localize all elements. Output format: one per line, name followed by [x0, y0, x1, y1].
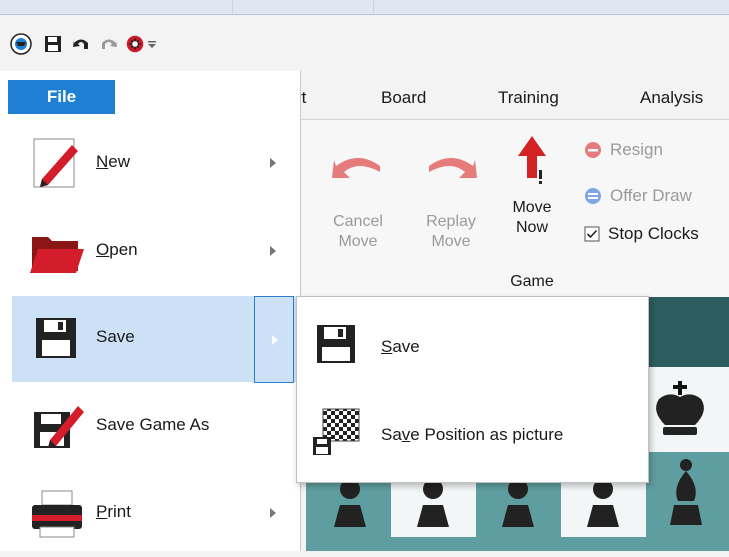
submenu-arrow-icon — [272, 335, 278, 345]
tab-analysis[interactable]: Analysis — [640, 88, 703, 108]
stop-clocks-label: Stop Clocks — [608, 224, 699, 243]
undo-icon[interactable] — [70, 33, 92, 55]
stop-clocks-checkbox[interactable]: Stop Clocks — [584, 224, 699, 244]
title-segment — [0, 0, 233, 14]
ribbon-group-label: Game — [510, 273, 554, 290]
move-now-line2: Now — [515, 219, 548, 236]
submenu-label-save-position: Save Position as picture — [381, 425, 564, 444]
replay-move-line1: Replay — [426, 213, 476, 230]
title-segment — [233, 0, 374, 14]
redo-arrow-icon — [429, 158, 477, 178]
resign-icon — [585, 142, 601, 158]
black-king-icon[interactable] — [651, 381, 709, 441]
submenu-arrow-icon — [270, 158, 276, 168]
open-folder-icon — [30, 237, 84, 273]
submenu-arrow-icon — [270, 508, 276, 518]
black-pawn-icon[interactable] — [581, 475, 625, 535]
quick-access-toolbar — [0, 15, 729, 71]
black-pawn-icon[interactable] — [328, 475, 372, 535]
ribbon-panel: Cancel Move Replay Move Move Now Resign … — [298, 119, 729, 298]
file-menu-item-new[interactable]: New — [12, 121, 298, 207]
black-pawn-icon[interactable] — [496, 475, 540, 535]
floppy-disk-icon — [36, 318, 76, 358]
menu-label-print: Print — [96, 502, 131, 521]
resign-label: Resign — [610, 140, 663, 159]
cancel-move-line1: Cancel — [333, 213, 383, 230]
window-title-strip — [0, 0, 729, 15]
submenu-item-save-position-as-picture[interactable]: Save Position as picture — [297, 389, 648, 477]
chessboard-picture-icon — [313, 408, 360, 455]
move-now-arrow-icon — [518, 136, 546, 184]
move-now-button[interactable]: Move Now — [504, 134, 560, 238]
menu-label-open: Open — [96, 240, 138, 259]
black-pawn-icon[interactable] — [411, 475, 455, 535]
save-submenu: Save Save Position as picture — [296, 296, 649, 483]
menu-label-save-game-as: Save Game As — [96, 415, 210, 434]
submenu-arrow-icon — [270, 246, 276, 256]
save-as-icon — [34, 406, 84, 448]
offer-draw-label: Offer Draw — [610, 186, 692, 205]
floppy-disk-icon — [317, 325, 355, 363]
offer-draw-icon — [585, 188, 601, 204]
file-menu-item-open[interactable]: Open — [12, 209, 298, 295]
file-menu-item-save-game-as[interactable]: Save Game As — [12, 384, 298, 470]
app-logo-icon[interactable] — [10, 33, 32, 55]
offer-draw-button[interactable]: Offer Draw — [584, 186, 692, 206]
submenu-item-save[interactable]: Save — [297, 301, 648, 389]
move-now-line1: Move — [512, 199, 552, 216]
tab-training[interactable]: Training — [498, 88, 559, 108]
cancel-move-line2: Move — [338, 233, 378, 250]
resign-button[interactable]: Resign — [584, 140, 663, 160]
replay-move-line2: Move — [431, 233, 471, 250]
save-submenu-expander[interactable] — [254, 296, 294, 383]
submenu-label-save: Save — [381, 337, 420, 356]
cancel-move-button[interactable]: Cancel Move — [328, 142, 388, 252]
undo-arrow-icon — [332, 158, 380, 178]
printer-icon — [32, 490, 82, 538]
save-icon[interactable] — [42, 33, 64, 55]
menu-label-new: New — [96, 152, 131, 171]
engine-icon[interactable] — [124, 33, 146, 55]
replay-move-button[interactable]: Replay Move — [416, 142, 486, 252]
file-tab[interactable]: File — [8, 80, 115, 114]
customize-icon[interactable] — [146, 33, 158, 55]
tab-board[interactable]: Board — [381, 88, 426, 108]
file-menu-item-print[interactable]: Print — [12, 471, 298, 557]
redo-icon[interactable] — [98, 33, 120, 55]
new-document-icon — [33, 138, 78, 188]
black-bishop-icon[interactable] — [664, 457, 708, 533]
checkbox-icon[interactable] — [584, 226, 600, 242]
menu-label-save: Save — [96, 327, 135, 346]
